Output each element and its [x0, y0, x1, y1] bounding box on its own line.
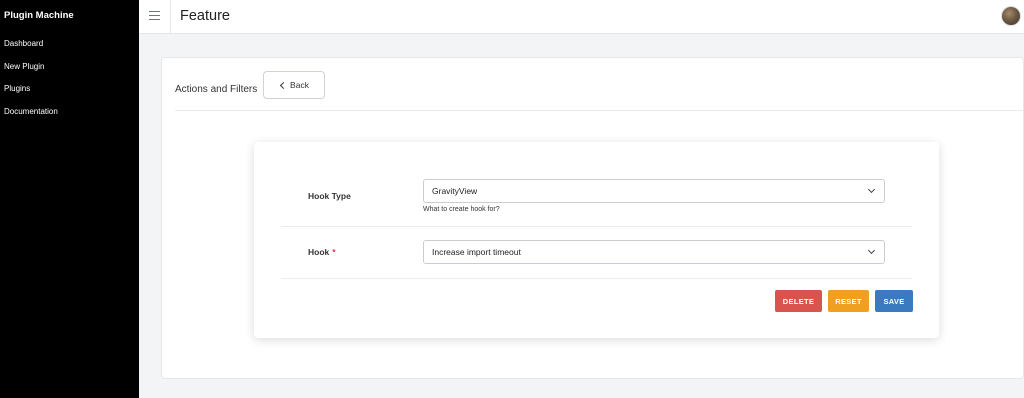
brand-title: Plugin Machine — [4, 10, 74, 21]
hook-form: Hook Type GravityView What to create hoo… — [254, 142, 939, 338]
hook-value: Increase import timeout — [432, 247, 521, 257]
hook-type-value: GravityView — [432, 186, 478, 196]
sidebar: Plugin Machine Dashboard New Plugin Plug… — [0, 0, 139, 398]
hook-type-select[interactable]: GravityView — [423, 179, 885, 203]
sidebar-item-documentation[interactable]: Documentation — [4, 106, 58, 129]
sidebar-item-dashboard[interactable]: Dashboard — [4, 38, 58, 61]
topbar-divider — [170, 0, 171, 34]
reset-button[interactable]: RESET — [828, 290, 869, 312]
hamburger-icon[interactable] — [149, 11, 160, 21]
sidebar-item-new-plugin[interactable]: New Plugin — [4, 61, 58, 84]
delete-button[interactable]: DELETE — [775, 290, 822, 312]
hook-type-label: Hook Type — [308, 191, 351, 201]
chevron-down-icon — [867, 246, 876, 255]
back-button[interactable]: Back — [263, 71, 325, 99]
row-divider — [281, 226, 912, 227]
required-mark: * — [332, 247, 336, 257]
save-button[interactable]: SAVE — [875, 290, 913, 312]
chevron-down-icon — [867, 185, 876, 194]
row-divider — [281, 278, 912, 279]
back-button-label: Back — [290, 80, 309, 90]
sidebar-item-plugins[interactable]: Plugins — [4, 83, 58, 106]
avatar[interactable] — [1001, 6, 1021, 26]
top-bar: Feature — [139, 0, 1024, 34]
section-title: Actions and Filters — [175, 84, 258, 95]
card-divider — [175, 110, 1024, 111]
chevron-left-icon — [280, 81, 288, 89]
hook-label-text: Hook — [308, 247, 330, 257]
hook-type-help: What to create hook for? — [423, 206, 500, 213]
main-card: Actions and Filters Back Hook Type Gravi… — [161, 57, 1024, 379]
sidebar-nav: Dashboard New Plugin Plugins Documentati… — [4, 38, 58, 128]
hook-label: Hook * — [308, 247, 336, 257]
hook-select[interactable]: Increase import timeout — [423, 240, 885, 264]
page-title: Feature — [180, 8, 230, 24]
